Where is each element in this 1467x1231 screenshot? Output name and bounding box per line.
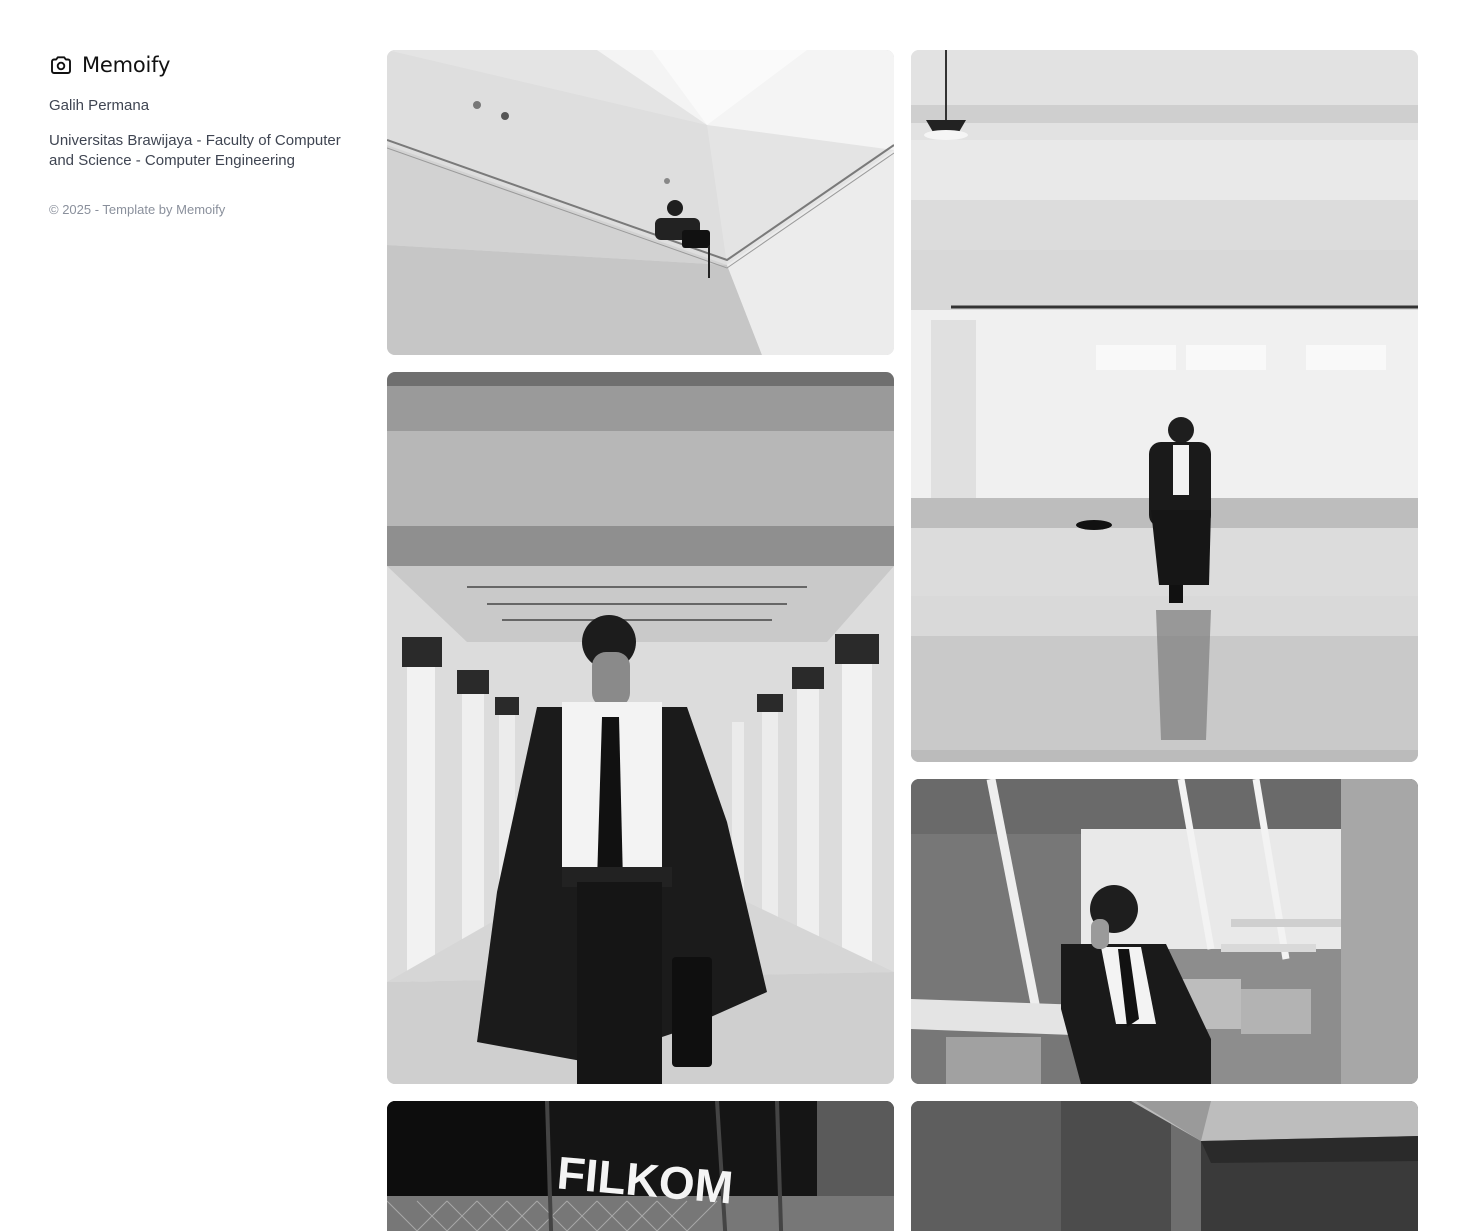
author-affiliation: Universitas Brawijaya - Faculty of Compu… [49,132,341,169]
gallery-photo-building-facade[interactable] [911,1101,1418,1231]
gallery-photo-corridor-walk[interactable] [387,372,894,1084]
gallery-photo-table-seated[interactable] [911,779,1418,1084]
gallery-photo-hall-sitting[interactable] [911,50,1418,762]
author-name: Galih Permana [49,97,150,114]
page: Memoify Galih Permana Universitas Brawij… [0,0,1467,1231]
gallery-photo-balcony[interactable] [387,50,894,355]
gallery-photo-filkom-sign[interactable]: FILKOM [387,1101,894,1231]
brand-name: Memoify [82,53,171,77]
sidebar: Memoify Galih Permana Universitas Brawij… [49,50,349,217]
brand[interactable]: Memoify [49,50,349,80]
copyright-text: © 2025 - Template by Memoify [49,202,226,217]
camera-icon [49,53,73,77]
